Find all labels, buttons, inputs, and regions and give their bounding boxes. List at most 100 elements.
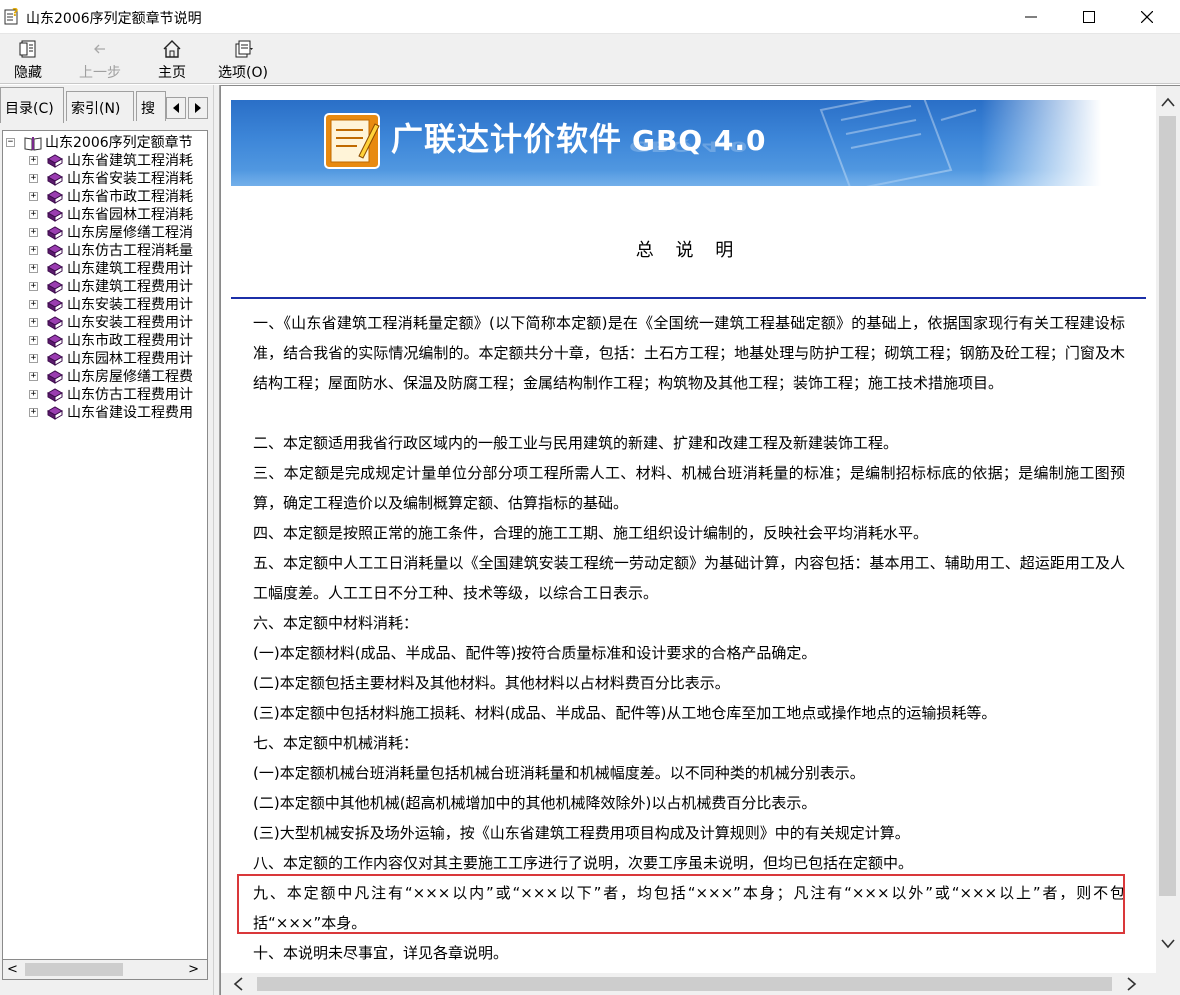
banner-shade — [231, 170, 1101, 186]
expand-icon[interactable]: + — [29, 282, 38, 291]
content-horizontal-scrollbar[interactable] — [221, 973, 1156, 995]
tab-contents[interactable]: 目录(C) — [0, 87, 64, 123]
toolbar: 隐藏 上一步 主页 选项(O) — [0, 34, 1180, 84]
paragraph-7-1: (一)本定额机械台班消耗量包括机械台班消耗量和机械幅度差。以不同种类的机械分别表… — [253, 764, 865, 782]
paragraph-1: 一、《山东省建筑工程消耗量定额》(以下简称本定额)是在《全国统一建筑工程基础定额… — [253, 314, 1125, 392]
tree-item-label: 山东建筑工程费用计 — [67, 261, 193, 277]
expand-icon[interactable]: + — [29, 300, 38, 309]
triangle-left-icon — [173, 103, 179, 113]
hide-label: 隐藏 — [14, 65, 42, 81]
hide-button[interactable]: 隐藏 — [6, 38, 50, 82]
tab-search[interactable]: 搜 — [136, 91, 166, 121]
tree-item-label: 山东安装工程费用计 — [67, 297, 193, 313]
paragraph-3: 三、本定额是完成规定计量单位分部分项工程所需人工、材料、机械台班消耗量的标准；是… — [253, 464, 1125, 512]
vertical-scroll-thumb[interactable] — [1159, 116, 1176, 896]
closed-book-icon — [46, 190, 64, 204]
close-button[interactable] — [1124, 0, 1170, 34]
options-icon — [235, 40, 253, 58]
tree-item-label: 山东建筑工程费用计 — [67, 279, 193, 295]
closed-book-icon — [46, 172, 64, 186]
expand-icon[interactable]: + — [29, 264, 38, 273]
close-icon — [1141, 11, 1153, 23]
paragraph-4: 四、本定额是按照正常的施工条件，合理的施工工期、施工组织设计编制的，反映社会平均… — [253, 524, 929, 542]
expand-icon[interactable]: + — [29, 246, 38, 255]
closed-book-icon — [46, 262, 64, 276]
tree-item-label: 山东仿古工程消耗量 — [67, 243, 193, 259]
expand-icon[interactable]: + — [29, 390, 38, 399]
pane-splitter[interactable] — [213, 85, 220, 995]
paragraph-10: 十、本说明未尽事宜，详见各章说明。 — [253, 944, 509, 962]
closed-book-icon — [46, 226, 64, 240]
horizontal-scroll-thumb[interactable] — [257, 977, 1112, 991]
expand-icon[interactable]: + — [29, 372, 38, 381]
maximize-button[interactable] — [1066, 0, 1112, 34]
navigation-pane: 目录(C) 索引(N) 搜 − 山东2006序列定额章节 + 山东省建筑工程消耗 +… — [0, 85, 213, 995]
chevron-right-icon[interactable] — [1125, 976, 1139, 992]
svg-text:?: ? — [12, 7, 18, 19]
minimize-button[interactable] — [1008, 0, 1054, 34]
scrollbar-corner — [1156, 974, 1180, 995]
expand-icon[interactable]: + — [29, 210, 38, 219]
tree-scroll-thumb[interactable] — [25, 963, 123, 976]
closed-book-icon — [46, 316, 64, 330]
expand-icon[interactable]: + — [29, 336, 38, 345]
options-label: 选项(O) — [218, 65, 268, 81]
chevron-left-icon[interactable] — [231, 976, 245, 992]
tree-item-label: 山东省园林工程消耗 — [67, 207, 193, 223]
paragraph-2: 二、本定额适用我省行政区域内的一般工业与民用建筑的新建、扩建和改建工程及新建装饰… — [253, 434, 899, 452]
tree-item-label: 山东房屋修缮工程费 — [67, 369, 193, 385]
expand-icon[interactable]: + — [29, 228, 38, 237]
help-app-icon: ? — [4, 7, 18, 25]
closed-book-icon — [46, 406, 64, 420]
tree-root-label: 山东2006序列定额章节 — [45, 135, 193, 151]
home-button[interactable]: 主页 — [150, 38, 194, 82]
tree-item-label: 山东仿古工程费用计 — [67, 387, 193, 403]
scroll-left-icon[interactable]: < — [7, 962, 18, 977]
banner-title-text: 广联达计价软件 — [391, 120, 623, 158]
options-button[interactable]: 选项(O) — [214, 38, 272, 82]
closed-book-icon — [46, 388, 64, 402]
expand-icon[interactable]: + — [29, 318, 38, 327]
home-label: 主页 — [158, 65, 186, 81]
tree-item-label: 山东省建设工程费用 — [67, 405, 193, 421]
back-button[interactable]: 上一步 — [74, 38, 126, 82]
tree-item-label: 山东园林工程费用计 — [67, 351, 193, 367]
banner-version-reflection: GBQ 4.0 — [629, 137, 748, 155]
maximize-icon — [1083, 11, 1095, 23]
collapse-icon[interactable]: − — [6, 138, 15, 147]
scroll-right-icon[interactable]: > — [188, 962, 199, 977]
minimize-icon — [1025, 16, 1037, 18]
expand-icon[interactable]: + — [29, 192, 38, 201]
nav-tab-strip: 目录(C) 索引(N) 搜 — [0, 87, 213, 123]
hide-pane-icon — [19, 40, 36, 58]
tree-item-label: 山东市政工程费用计 — [67, 333, 193, 349]
heading-divider — [231, 297, 1146, 299]
expand-icon[interactable]: + — [29, 156, 38, 165]
paragraph-7-2: (二)本定额中其他机械(超高机械增加中的其他机械降效除外)以占机械费百分比表示。 — [253, 794, 817, 812]
tab-index[interactable]: 索引(N) — [66, 91, 134, 121]
tab-scroll-left-button[interactable] — [166, 97, 186, 119]
chevron-up-icon[interactable] — [1160, 96, 1176, 108]
highlight-annotation-box — [237, 874, 1125, 934]
back-arrow-icon — [94, 44, 105, 54]
tree-item-label: 山东省安装工程消耗 — [67, 171, 193, 187]
home-icon — [163, 40, 181, 58]
paragraph-7-3: (三)大型机械安拆及场外运输，按《山东省建筑工程费用项目构成及计算规则》中的有关… — [253, 824, 910, 842]
closed-book-icon — [46, 334, 64, 348]
chevron-down-icon[interactable] — [1160, 938, 1176, 950]
banner-fade — [981, 100, 1101, 186]
expand-icon[interactable]: + — [29, 354, 38, 363]
paragraph-6: 六、本定额中材料消耗： — [253, 614, 419, 632]
content-vertical-scrollbar[interactable] — [1156, 86, 1180, 974]
back-label: 上一步 — [79, 65, 121, 81]
paragraph-5: 五、本定额中人工工日消耗量以《全国建筑安装工程统一劳动定额》为基础计算，内容包括… — [253, 554, 1125, 602]
product-banner: 广联达计价软件 GBQ 4.0 GBQ 4.0 — [231, 100, 1101, 186]
notepad-logo-icon — [324, 113, 380, 169]
contents-tree: − 山东2006序列定额章节 + 山东省建筑工程消耗 + 山东省安装工程消耗 + 山东省市… — [2, 130, 208, 960]
closed-book-icon — [46, 154, 64, 168]
tab-scroll-right-button[interactable] — [188, 97, 208, 119]
expand-icon[interactable]: + — [29, 408, 38, 417]
tree-horizontal-scrollbar[interactable]: < > — [2, 960, 208, 980]
expand-icon[interactable]: + — [29, 174, 38, 183]
triangle-right-icon — [195, 103, 201, 113]
